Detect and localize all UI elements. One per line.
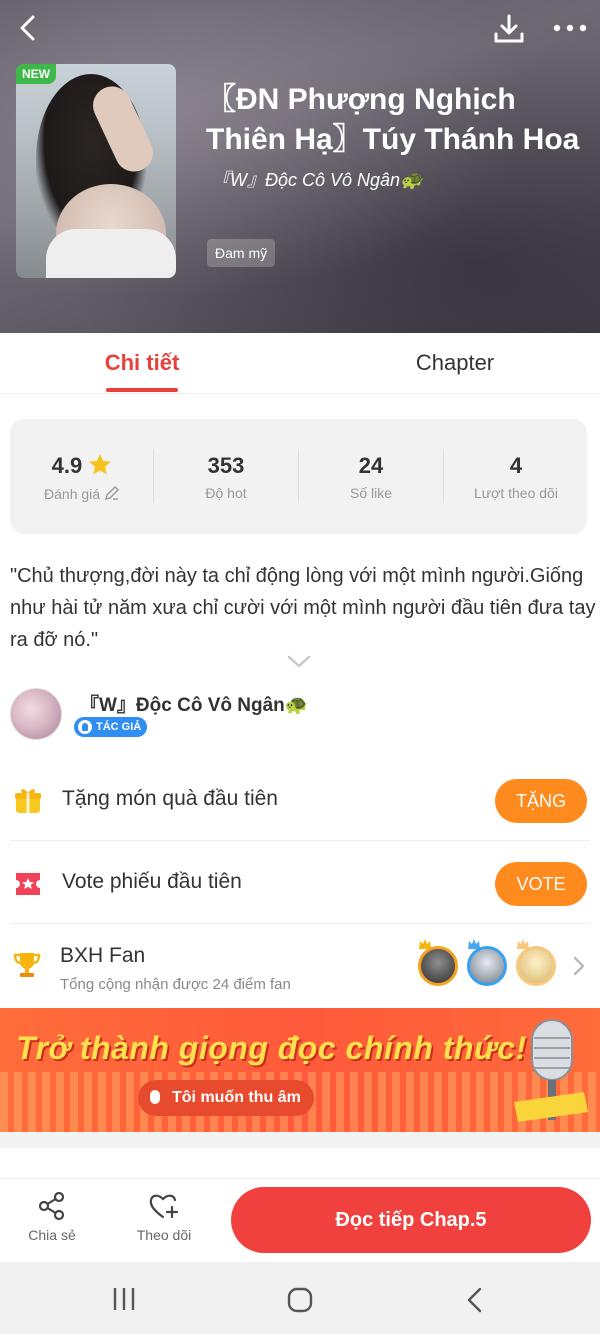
book-title-line2: Thiên Hạ〗Túy Thánh Hoa — [206, 123, 580, 156]
fan-avatar — [516, 946, 556, 986]
likes-value: 24 — [358, 453, 384, 478]
active-tab-indicator — [106, 388, 178, 392]
author-avatar[interactable] — [10, 688, 62, 740]
voice-recruit-banner[interactable]: Trở thành giọng đọc chính thức! Tôi muốn… — [0, 1008, 600, 1132]
vote-button[interactable]: VOTE — [495, 862, 587, 906]
heart-add-icon — [149, 1194, 179, 1219]
recent-apps-icon[interactable] — [112, 1286, 136, 1312]
microphone-small-icon — [150, 1090, 160, 1104]
stats-card: 4.9 Đánh giá 353 Độ hot 24 Số like 4 Lượ… — [10, 419, 587, 534]
gift-label: Tặng món quà đầu tiên — [62, 787, 278, 810]
microphone-icon — [514, 1019, 588, 1122]
follow-label: Theo dõi — [136, 1227, 192, 1243]
system-back-icon[interactable] — [464, 1286, 486, 1314]
fan-ranking-title: BXH Fan — [60, 944, 146, 967]
star-icon — [89, 454, 112, 475]
book-cover[interactable] — [16, 64, 176, 278]
vote-row: Vote phiếu đầu tiên VOTE — [0, 842, 600, 924]
rating-label: Đánh giá — [44, 486, 101, 502]
edit-icon — [105, 486, 119, 500]
expand-chevron-icon[interactable] — [286, 654, 312, 670]
fan-avatar — [467, 946, 507, 986]
genre-tag[interactable]: Đam mỹ — [207, 239, 276, 267]
hot-label: Độ hot — [205, 485, 247, 501]
gift-button[interactable]: TẶNG — [495, 779, 587, 823]
stat-likes: 24 Số like — [299, 419, 443, 534]
gift-row: Tặng món quà đầu tiên TẶNG — [0, 759, 600, 841]
back-button[interactable] — [8, 8, 48, 48]
fan-ranking-subtitle: Tổng cộng nhận được 24 điểm fan — [60, 976, 291, 993]
share-icon — [38, 1191, 65, 1221]
author-name[interactable]: 『W』Độc Cô Vô Ngân🐢 — [80, 690, 308, 717]
book-author[interactable]: 『W』Độc Cô Vô Ngân🐢 — [212, 166, 422, 192]
record-button[interactable]: Tôi muốn thu âm — [138, 1080, 314, 1116]
stat-followers: 4 Lượt theo dõi — [444, 419, 588, 534]
gift-icon — [15, 789, 41, 813]
more-horizontal-icon — [553, 24, 587, 32]
hot-value: 353 — [207, 453, 245, 478]
likes-label: Số like — [349, 485, 393, 501]
author-badge-label: TÁC GIẢ — [96, 721, 142, 733]
tab-details[interactable]: Chi tiết — [82, 333, 202, 393]
tab-bar: Chi tiết Chapter — [0, 333, 600, 394]
share-label: Chia sẻ — [28, 1227, 76, 1243]
share-button[interactable]: Chia sẻ — [12, 1191, 92, 1243]
download-icon — [494, 14, 524, 43]
fan-ranking-row[interactable]: BXH Fan Tổng cộng nhận được 24 điểm fan — [0, 924, 600, 1006]
author-badge: TÁC GIẢ — [74, 717, 148, 737]
system-nav-bar — [0, 1262, 600, 1334]
followers-value: 4 — [509, 453, 523, 478]
vote-label: Vote phiếu đầu tiên — [62, 870, 242, 893]
home-icon[interactable] — [286, 1286, 314, 1314]
fan-avatar — [418, 946, 458, 986]
book-header: NEW 〖ĐN Phượng Nghịch Thiên Hạ〗Túy Thánh… — [0, 0, 600, 333]
chevron-left-icon — [20, 15, 35, 41]
chevron-right-icon — [573, 956, 585, 976]
download-button[interactable] — [488, 8, 530, 50]
new-badge: NEW — [16, 64, 56, 84]
book-description: "Chủ thượng,đời này ta chỉ động lòng với… — [10, 565, 596, 651]
stat-rating[interactable]: 4.9 Đánh giá — [10, 419, 154, 534]
bottom-action-bar: Chia sẻ Theo dõi Đọc tiếp Chap.5 — [0, 1178, 600, 1262]
follow-button[interactable]: Theo dõi — [124, 1191, 204, 1243]
book-title-line1: 〖ĐN Phượng Nghịch — [206, 83, 516, 116]
continue-reading-button[interactable]: Đọc tiếp Chap.5 — [231, 1187, 591, 1253]
banner-headline: Trở thành giọng đọc chính thức! — [16, 1030, 527, 1066]
followers-label: Lượt theo dõi — [474, 485, 558, 501]
tab-chapter[interactable]: Chapter — [395, 333, 515, 393]
rating-value: 4.9 — [51, 453, 83, 478]
trophy-icon — [13, 953, 41, 977]
author-badge-icon — [78, 720, 92, 734]
stat-hot: 353 Độ hot — [154, 419, 298, 534]
ticket-icon — [16, 873, 40, 895]
book-title: 〖ĐN Phượng Nghịch Thiên Hạ〗Túy Thánh Hoa — [206, 80, 586, 160]
more-button[interactable] — [548, 8, 592, 48]
top-bar — [0, 0, 600, 56]
